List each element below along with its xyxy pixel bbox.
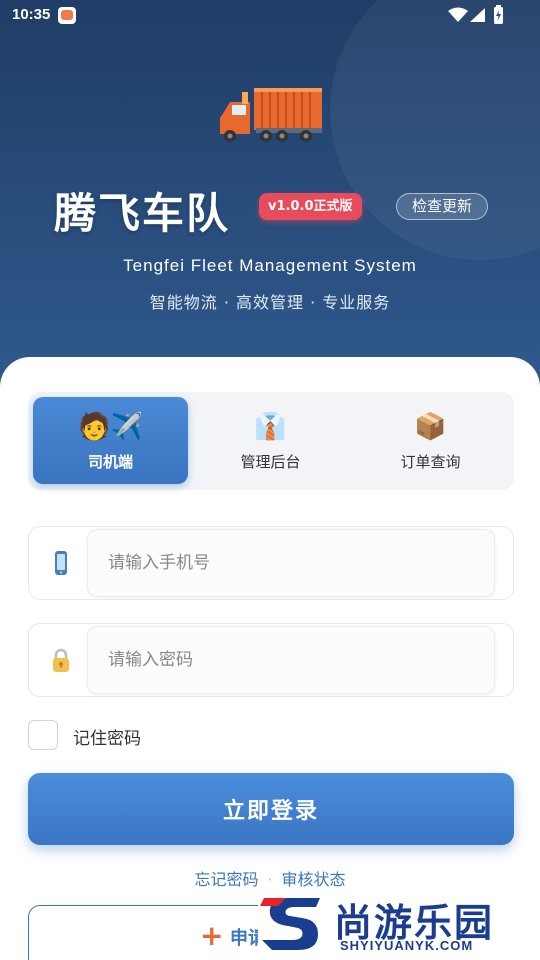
watermark-url: SHYIYUANYK.COM [340, 938, 474, 953]
decorative-circle [330, 0, 540, 260]
signal-icon [470, 8, 485, 22]
driver-plane-icon: 🧑✈️ [78, 412, 143, 442]
role-tabs: 🧑✈️ 司机端 👔 管理后台 📦 订单查询 [28, 392, 514, 490]
check-update-button[interactable]: 检查更新 [396, 193, 488, 220]
phone-icon [55, 551, 67, 575]
app-title: 腾飞车队 [54, 190, 231, 237]
remember-label: 记住密码 [73, 729, 141, 749]
necktie-icon: 👔 [254, 412, 287, 442]
password-field [28, 623, 514, 697]
forgot-password-link[interactable]: 忘记密码 [194, 870, 258, 889]
wifi-icon [448, 7, 468, 22]
review-status-link[interactable]: 审核状态 [282, 870, 346, 889]
notification-app-icon [58, 7, 76, 24]
truck-logo-icon [220, 88, 322, 142]
link-separator: · [267, 870, 273, 889]
login-button[interactable]: 立即登录 [28, 773, 514, 845]
tab-admin[interactable]: 👔 管理后台 [193, 397, 348, 484]
site-watermark: 尚游乐园 SHYIYUANYK.COM [258, 888, 540, 960]
phone-field [28, 526, 514, 600]
package-icon: 📦 [414, 412, 447, 442]
battery-icon [494, 5, 503, 24]
version-badge: v1.0.0正式版 [259, 193, 362, 220]
tab-driver-label: 司机端 [87, 453, 133, 471]
tab-order-label: 订单查询 [400, 453, 461, 471]
tab-order[interactable]: 📦 订单查询 [353, 397, 508, 484]
remember-checkbox[interactable] [28, 720, 58, 750]
header-hero: 10:35 腾飞车队 v1.0.0正式版 检查更新 Tengfei Fleet … [0, 0, 540, 400]
plus-icon: + [200, 919, 224, 952]
subtitle-english: Tengfei Fleet Management System [123, 256, 417, 275]
subtitle-chinese: 智能物流 · 高效管理 · 专业服务 [149, 293, 391, 312]
lock-icon [53, 648, 69, 672]
tab-admin-label: 管理后台 [240, 453, 301, 471]
auxiliary-links: 忘记密码 · 审核状态 [0, 866, 540, 890]
phone-input[interactable] [87, 529, 495, 597]
status-time: 10:35 [12, 6, 51, 23]
status-bar: 10:35 [0, 0, 540, 32]
tab-driver[interactable]: 🧑✈️ 司机端 [33, 397, 188, 484]
password-input[interactable] [87, 626, 495, 694]
